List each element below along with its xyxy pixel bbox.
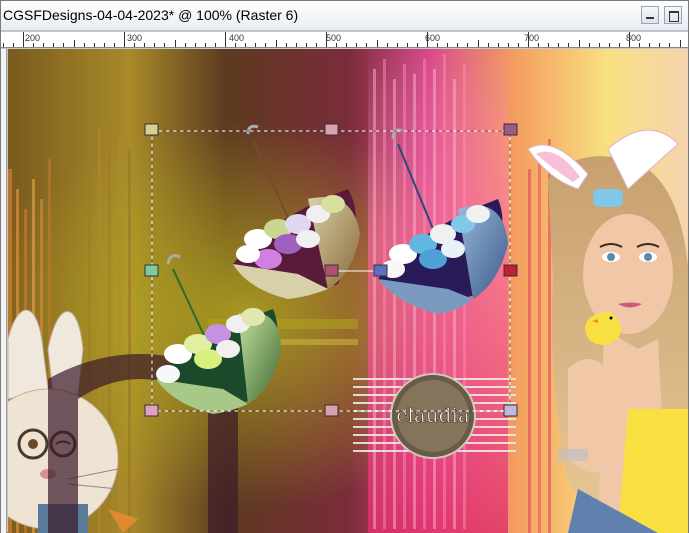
ruler-tick (538, 43, 539, 47)
ruler-tick (33, 43, 34, 47)
handle-center-pivot[interactable] (324, 264, 339, 277)
handle-top-center[interactable] (324, 123, 339, 136)
ruler-tick (23, 32, 24, 47)
ruler-tick (53, 43, 54, 47)
horizontal-ruler: 200 300 400 500 600 700 800 (1, 32, 688, 48)
ruler-tick (104, 43, 105, 47)
handle-middle-right[interactable] (503, 264, 518, 277)
ruler-tick (205, 43, 206, 47)
vertical-ruler (1, 49, 7, 533)
ruler-tick (124, 32, 125, 47)
ruler-tick (387, 43, 388, 47)
ruler-tick (84, 43, 85, 47)
ruler-tick (488, 43, 489, 47)
ruler-tick (235, 43, 236, 47)
canvas-artwork: claudia (8, 49, 688, 533)
ruler-tick (346, 43, 347, 47)
ruler-tick (245, 43, 246, 47)
ruler-tick (215, 43, 216, 47)
ruler-tick (558, 43, 559, 47)
ruler-tick (417, 43, 418, 47)
ruler-tick (589, 43, 590, 47)
ruler-tick (306, 43, 307, 47)
ruler-label: 500 (326, 33, 342, 43)
ruler-tick (175, 40, 176, 47)
window-titlebar[interactable]: CGSFDesigns-04-04-2023* @ 100% (Raster 6… (1, 1, 688, 31)
ruler-tick (629, 32, 630, 47)
ruler-tick (276, 40, 277, 47)
ruler-tick (437, 43, 438, 47)
ruler-tick (508, 43, 509, 47)
ruler-tick (94, 43, 95, 47)
ruler-tick (286, 43, 287, 47)
ruler-tick (639, 43, 640, 47)
ruler-tick (518, 43, 519, 47)
ruler-label: 200 (25, 33, 41, 43)
ruler-tick (185, 43, 186, 47)
ruler-tick (144, 43, 145, 47)
ruler-tick (498, 43, 499, 47)
ruler-tick (407, 43, 408, 47)
ruler-tick (336, 43, 337, 47)
ruler-tick (528, 32, 529, 47)
maximize-icon[interactable] (664, 6, 682, 24)
ruler-tick (265, 43, 266, 47)
ruler-tick (649, 43, 650, 47)
ruler-tick (74, 40, 75, 47)
ruler-tick (134, 43, 135, 47)
ruler-tick (316, 43, 317, 47)
ruler-tick (326, 32, 327, 47)
ruler-tick (659, 43, 660, 47)
ruler-tick (397, 43, 398, 47)
ruler-tick (427, 32, 428, 47)
image-canvas[interactable]: claudia (8, 49, 688, 533)
ruler-tick (447, 43, 448, 47)
ruler-tick (154, 43, 155, 47)
ruler-tick (599, 43, 600, 47)
ruler-tick (255, 43, 256, 47)
ruler-tick (195, 43, 196, 47)
handle-bottom-left[interactable] (144, 404, 159, 417)
ruler-label: 300 (127, 33, 143, 43)
ruler-tick (63, 43, 64, 47)
ruler-tick (356, 43, 357, 47)
ruler-tick (43, 43, 44, 47)
handle-top-left[interactable] (144, 123, 159, 136)
handle-rotate[interactable] (373, 264, 388, 277)
handle-bottom-center[interactable] (324, 404, 339, 417)
ruler-tick (467, 43, 468, 47)
ruler-tick (225, 32, 226, 47)
ruler-tick (377, 40, 378, 47)
ruler-tick (669, 43, 670, 47)
image-window: CGSFDesigns-04-04-2023* @ 100% (Raster 6… (0, 0, 689, 533)
ruler-tick (478, 40, 479, 47)
handle-top-right[interactable] (503, 123, 518, 136)
ruler-tick (548, 43, 549, 47)
ruler-tick (3, 43, 4, 47)
minimize-icon[interactable] (641, 6, 659, 24)
window-title: CGSFDesigns-04-04-2023* @ 100% (Raster 6… (3, 7, 299, 23)
watermark-text: claudia (396, 403, 470, 427)
ruler-label: 700 (524, 33, 540, 43)
ruler-tick (579, 40, 580, 47)
ruler-tick (13, 43, 14, 47)
ruler-tick (457, 43, 458, 47)
ruler-tick (568, 43, 569, 47)
ruler-tick (114, 43, 115, 47)
ruler-tick (619, 43, 620, 47)
ruler-tick (680, 40, 681, 47)
ruler-tick (609, 43, 610, 47)
ruler-label: 400 (229, 33, 245, 43)
ruler-tick (296, 43, 297, 47)
ruler-tick (366, 43, 367, 47)
handle-bottom-right[interactable] (503, 404, 518, 417)
ruler-tick (164, 43, 165, 47)
handle-middle-left[interactable] (144, 264, 159, 277)
